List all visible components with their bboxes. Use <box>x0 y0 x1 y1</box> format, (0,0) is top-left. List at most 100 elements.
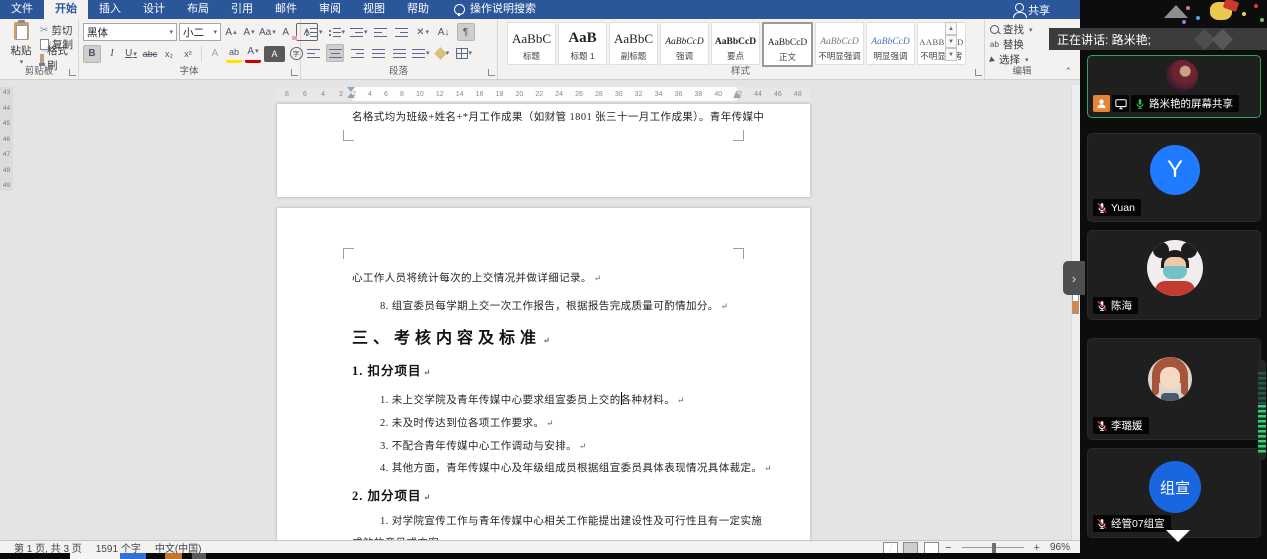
align-center-button[interactable] <box>326 44 344 62</box>
find-button[interactable]: 查找 ▾ <box>990 22 1033 37</box>
participant-tile-liluyuan[interactable]: 李璐媛 <box>1087 338 1261 440</box>
mic-muted-icon <box>1097 420 1107 431</box>
read-mode-button[interactable] <box>883 541 899 554</box>
zoom-level[interactable]: 96% <box>1050 542 1070 553</box>
gallery-down-button[interactable]: ▼ <box>945 35 957 48</box>
increase-indent-button[interactable] <box>394 24 410 40</box>
ruler-number: 49 <box>2 182 11 189</box>
zoom-slider-thumb[interactable] <box>991 542 996 553</box>
tell-me-search[interactable]: 操作说明搜索 <box>470 0 547 19</box>
vertical-ruler[interactable]: 43 44 45 46 47 48 49 <box>0 87 13 191</box>
zoom-out-button[interactable]: − <box>945 542 951 554</box>
style-card-subtle-emphasis[interactable]: AaBbCcD 不明显强调 <box>815 22 864 65</box>
tab-file[interactable]: 文件 <box>0 0 44 19</box>
style-card-keypoint[interactable]: AaBbCcD 要点 <box>711 22 760 65</box>
justify-button[interactable] <box>370 45 386 61</box>
collapse-ribbon-button[interactable]: ⌃ <box>1064 66 1072 77</box>
style-card-intense-emphasis[interactable]: AaBbCcD 明显强调 <box>866 22 915 65</box>
italic-button[interactable]: I <box>104 46 120 62</box>
tab-references[interactable]: 引用 <box>220 0 264 19</box>
clear-formatting-button[interactable]: A <box>278 24 297 40</box>
show-marks-button[interactable]: ¶ <box>456 23 475 41</box>
tab-design[interactable]: 设计 <box>132 0 176 19</box>
cut-label: 剪切 <box>51 24 73 37</box>
style-card-normal[interactable]: AaBbCcD 正文 <box>762 22 813 67</box>
ruler-number: 26 <box>575 90 583 98</box>
style-card-heading1[interactable]: AaB 标题 1 <box>558 22 607 65</box>
asian-layout-button[interactable]: ✕ ▾ <box>415 24 431 40</box>
sharer-role-person-icon <box>1093 95 1110 112</box>
superscript-button[interactable]: x² <box>180 46 196 62</box>
ruler-number: 36 <box>674 90 683 98</box>
shading-button[interactable]: ▾ <box>433 45 451 61</box>
style-label: 明显强调 <box>873 51 908 61</box>
tab-view[interactable]: 视图 <box>352 0 396 19</box>
print-layout-button[interactable] <box>903 541 919 554</box>
document-page-2[interactable]: 心工作人员将统计每次的上交情况并做详细记录。 8. 组宣委员每学期上交一次工作报… <box>277 208 810 549</box>
gallery-more-button[interactable]: ▼ <box>945 48 957 61</box>
change-case-button[interactable]: Aa ▾ <box>259 24 276 40</box>
tab-layout[interactable]: 布局 <box>176 0 220 19</box>
bullets-button[interactable]: ▾ <box>305 24 323 40</box>
style-card-title[interactable]: AaBbC 标题 <box>507 22 556 65</box>
tab-home[interactable]: 开始 <box>44 0 88 19</box>
font-color-button[interactable]: A ▾ <box>245 44 261 63</box>
sort-button[interactable]: A↓ <box>436 24 452 40</box>
tab-insert[interactable]: 插入 <box>88 0 132 19</box>
gallery-up-button[interactable]: ▲ <box>945 22 957 35</box>
paste-button[interactable]: 粘贴 ▾ <box>4 20 38 66</box>
text-effects-button[interactable]: A <box>207 46 223 62</box>
font-size-combo[interactable]: 小二 ▾ <box>179 23 221 41</box>
doc-paragraph: 1. 未上交学院及青年传媒中心要求组宣委员上交的各种材料。 <box>380 392 685 407</box>
paragraph-dialog-launcher[interactable] <box>488 69 495 76</box>
participant-tile-sharer[interactable]: 路米艳的屏幕共享 <box>1087 55 1261 118</box>
document-page-1[interactable]: 名格式均为班级+姓名+*月工作成果（如财管 1801 张三十一月工作成果）。青年… <box>277 104 810 197</box>
style-card-subtitle[interactable]: AaBbC 副标题 <box>609 22 658 65</box>
multilevel-list-button[interactable]: ▾ <box>350 24 368 40</box>
right-indent-marker[interactable] <box>733 92 741 98</box>
cut-button[interactable]: ✂ 剪切 <box>40 23 78 37</box>
grow-font-button[interactable]: A ▴ <box>223 24 239 40</box>
highlight-button[interactable]: ab <box>226 44 242 63</box>
ruler-number: 45 <box>2 120 11 127</box>
tab-help[interactable]: 帮助 <box>396 0 440 19</box>
participant-tile-zuxuan[interactable]: 组宣 经管07组宣 <box>1087 448 1261 538</box>
hanging-indent-marker[interactable] <box>347 93 355 98</box>
share-button[interactable]: 共享 <box>1013 2 1050 18</box>
clipboard-dialog-launcher[interactable] <box>69 69 76 76</box>
strikethrough-button[interactable]: abc <box>142 46 158 62</box>
tab-review[interactable]: 审阅 <box>308 0 352 19</box>
underline-button[interactable]: U ▾ <box>123 46 139 62</box>
panel-scroll-down-arrow[interactable] <box>1166 530 1190 542</box>
tab-mailings[interactable]: 邮件 <box>264 0 308 19</box>
panel-expand-tab[interactable]: › <box>1063 261 1085 295</box>
font-dialog-launcher[interactable] <box>291 69 298 76</box>
subscript-button[interactable]: x₂ <box>161 46 177 62</box>
styles-dialog-launcher[interactable] <box>975 69 982 76</box>
font-family-combo[interactable]: 黑体 ▾ <box>83 23 177 41</box>
bold-button[interactable]: B <box>83 44 101 63</box>
style-card-emphasis[interactable]: AaBbCcD 强调 <box>660 22 709 65</box>
style-card-subtle-reference[interactable]: AABBCCD 不明显参考 <box>917 22 966 65</box>
align-left-button[interactable] <box>305 45 321 61</box>
replace-button[interactable]: ab 替换 <box>990 37 1033 52</box>
ruler-number: 38 <box>694 90 703 98</box>
shrink-font-button[interactable]: A ▾ <box>241 24 257 40</box>
participant-name: 李璐媛 <box>1111 420 1143 432</box>
horizontal-ruler[interactable]: 8642 2 4 6 8 10 12 14 16 18 20 22 24 26 28 30 32 34 36 38 4… <box>277 87 810 101</box>
borders-button[interactable]: ▾ <box>455 45 472 61</box>
line-spacing-button[interactable]: ▾ <box>412 45 430 61</box>
decrease-indent-button[interactable] <box>373 24 389 40</box>
group-styles-label: 样式 <box>730 66 750 77</box>
numbering-button[interactable]: ▾ <box>327 24 345 40</box>
zoom-in-button[interactable]: + <box>1034 542 1040 554</box>
participant-tile-yuan[interactable]: Y Yuan <box>1087 133 1261 222</box>
zoom-slider[interactable] <box>961 542 1024 553</box>
character-shading-button[interactable]: A <box>264 45 285 62</box>
participant-tile-chenhai[interactable]: 陈海 <box>1087 230 1261 320</box>
first-line-indent-marker[interactable] <box>347 87 355 92</box>
distribute-button[interactable] <box>391 45 407 61</box>
align-right-button[interactable] <box>349 45 365 61</box>
web-layout-button[interactable] <box>924 541 940 554</box>
panel-scroll-up-arrow[interactable] <box>1164 5 1188 18</box>
